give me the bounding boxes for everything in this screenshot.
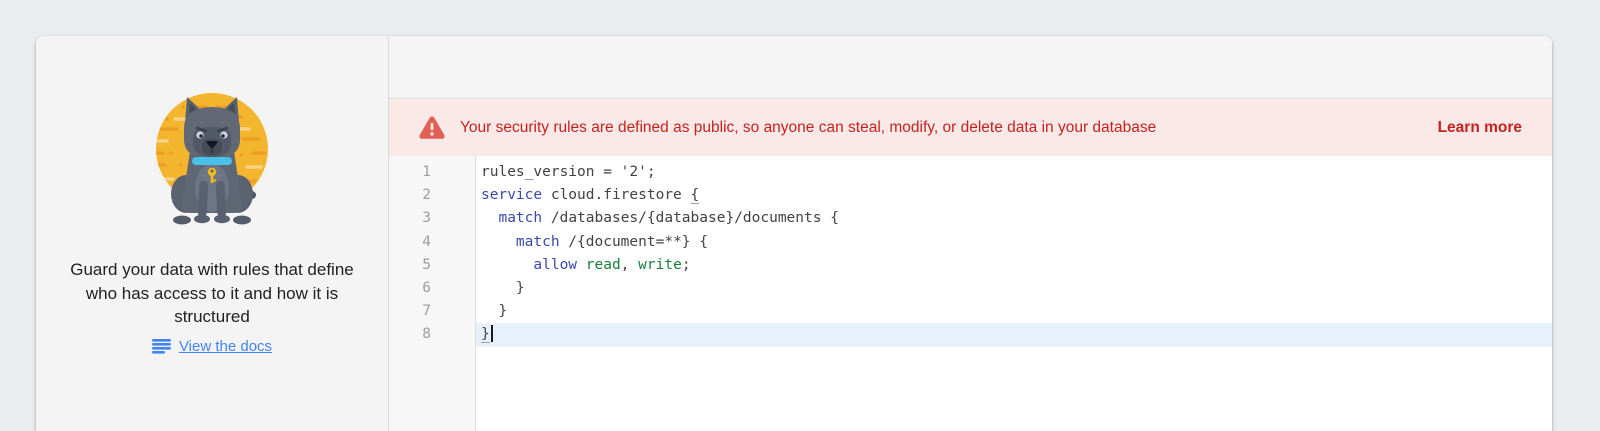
info-heading: Guard your data with rules that define w…: [66, 258, 358, 329]
view-docs-link-label[interactable]: View the docs: [179, 338, 272, 355]
view-docs-link[interactable]: View the docs: [152, 338, 272, 355]
docs-icon: [152, 339, 171, 354]
line-number: 2: [389, 184, 475, 207]
code-line[interactable]: service cloud.firestore {: [476, 184, 1552, 207]
security-warning-banner: Your security rules are defined as publi…: [389, 99, 1552, 156]
guard-dog-illustration: [137, 93, 287, 227]
warning-message: Your security rules are defined as publi…: [460, 119, 1438, 137]
code-line[interactable]: match /databases/{database}/documents {: [476, 207, 1552, 230]
line-number: 7: [389, 300, 475, 323]
code-line[interactable]: allow read, write;: [476, 254, 1552, 277]
line-number: 8: [389, 323, 475, 346]
line-number: 5: [389, 254, 475, 277]
learn-more-link[interactable]: Learn more: [1438, 119, 1522, 137]
page-background: { "left_panel": { "illustration": "guard…: [0, 0, 1600, 431]
code-content[interactable]: rules_version = '2';service cloud.firest…: [476, 156, 1552, 431]
line-number: 3: [389, 207, 475, 230]
code-line[interactable]: }: [476, 277, 1552, 300]
rules-editor[interactable]: 12345678 rules_version = '2';service clo…: [389, 156, 1552, 431]
rules-toolbar: [389, 36, 1552, 99]
line-number-gutter: 12345678: [389, 156, 476, 431]
left-info-panel: Guard your data with rules that define w…: [36, 36, 389, 431]
line-number: 1: [389, 161, 475, 184]
code-line[interactable]: }: [476, 323, 1552, 346]
code-line[interactable]: rules_version = '2';: [476, 161, 1552, 184]
text-caret: [491, 325, 493, 342]
code-line[interactable]: match /{document=**} {: [476, 231, 1552, 254]
line-number: 4: [389, 231, 475, 254]
warning-icon: [419, 116, 445, 139]
line-number: 6: [389, 277, 475, 300]
code-line[interactable]: }: [476, 300, 1552, 323]
rules-card: Guard your data with rules that define w…: [36, 36, 1552, 431]
rules-panel: Your security rules are defined as publi…: [389, 36, 1552, 431]
